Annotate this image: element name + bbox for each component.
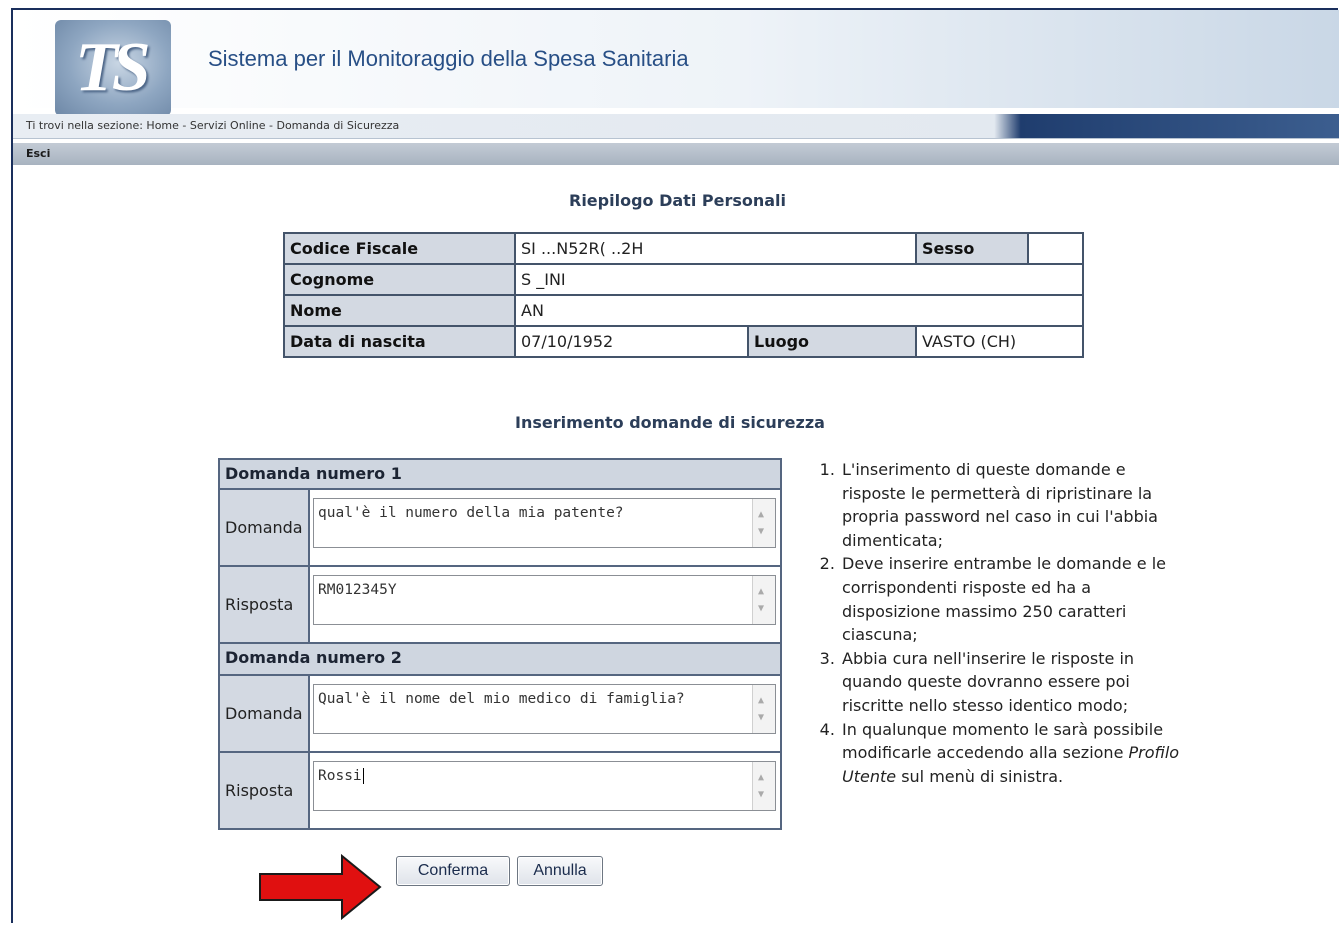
cancel-button[interactable]: Annulla <box>517 856 603 886</box>
site-header: TS Sistema per il Monitoraggio della Spe… <box>13 10 1339 116</box>
luogo-label: Luogo <box>747 325 917 358</box>
red-arrow-icon <box>259 854 382 920</box>
scrollbar[interactable]: ▲ ▼ <box>752 576 775 624</box>
scrollbar[interactable]: ▲ ▼ <box>752 499 775 547</box>
question1-textarea[interactable]: qual'è il numero della mia patente? ▲ ▼ <box>313 498 776 548</box>
question2-domanda-row: Domanda Qual'è il nome del mio medico di… <box>218 676 782 753</box>
scroll-down-icon[interactable]: ▼ <box>758 706 764 729</box>
note4-tail: sul menù di sinistra. <box>901 766 1064 786</box>
data-nascita-value: 07/10/1952 <box>514 325 749 358</box>
cognome-label: Cognome <box>283 263 516 296</box>
sesso-value <box>1027 232 1084 265</box>
luogo-value: VASTO (CH) <box>915 325 1084 358</box>
security-title: Inserimento domande di sicurezza <box>515 413 825 432</box>
table-row: Nome AN <box>283 294 1084 327</box>
breadcrumb-prefix: Ti trovi nella sezione: <box>26 119 143 132</box>
list-item: Abbia cura nell'inserire le risposte in … <box>840 647 1192 718</box>
risposta-label: Risposta <box>218 567 310 644</box>
text-cursor <box>362 768 364 784</box>
cognome-value: S _INI <box>514 263 1084 296</box>
question2-text: Qual'è il nome del mio medico di famigli… <box>318 691 685 707</box>
answer2-field-cell: Rossi ▲ ▼ <box>310 753 782 830</box>
note4-text: In qualunque momento le sarà possibile m… <box>842 719 1164 763</box>
exit-link[interactable]: Esci <box>26 147 50 160</box>
nome-label: Nome <box>283 294 516 327</box>
scroll-down-icon[interactable]: ▼ <box>758 597 764 620</box>
table-row: Cognome S _INI <box>283 263 1084 296</box>
answer2-textarea[interactable]: Rossi ▲ ▼ <box>313 761 776 811</box>
domanda-label: Domanda <box>218 676 310 753</box>
question1-field-cell: qual'è il numero della mia patente? ▲ ▼ <box>310 490 782 567</box>
site-title: Sistema per il Monitoraggio della Spesa … <box>208 46 689 71</box>
scrollbar[interactable]: ▲ ▼ <box>752 762 775 810</box>
domanda-label: Domanda <box>218 490 310 567</box>
scrollbar[interactable]: ▲ ▼ <box>752 685 775 733</box>
question2-field-cell: Qual'è il nome del mio medico di famigli… <box>310 676 782 753</box>
question1-text: qual'è il numero della mia patente? <box>318 505 624 521</box>
summary-title: Riepilogo Dati Personali <box>569 191 787 210</box>
breadcrumb-bar: Ti trovi nella sezione: Home - Servizi O… <box>13 114 1339 139</box>
sesso-label: Sesso <box>915 232 1029 265</box>
instructions-list: L'inserimento di queste domande e rispos… <box>808 458 1192 788</box>
codice-fiscale-value: SI ...N52R( ..2H <box>514 232 917 265</box>
personal-data-table: Codice Fiscale SI ...N52R( ..2H Sesso Co… <box>283 232 1084 358</box>
question2-textarea[interactable]: Qual'è il nome del mio medico di famigli… <box>313 684 776 734</box>
breadcrumb-path[interactable]: Home - Servizi Online - Domanda di Sicur… <box>146 119 399 132</box>
list-item: Deve inserire entrambe le domande e le c… <box>840 552 1192 646</box>
codice-fiscale-label: Codice Fiscale <box>283 232 516 265</box>
confirm-button[interactable]: Conferma <box>396 856 510 886</box>
menu-bar: Esci <box>13 143 1339 165</box>
answer1-textarea[interactable]: RM012345Y ▲ ▼ <box>313 575 776 625</box>
scroll-down-icon[interactable]: ▼ <box>758 520 764 543</box>
scroll-down-icon[interactable]: ▼ <box>758 783 764 806</box>
answer1-field-cell: RM012345Y ▲ ▼ <box>310 567 782 644</box>
nome-value: AN <box>514 294 1084 327</box>
answer1-text: RM012345Y <box>318 582 397 598</box>
table-row: Codice Fiscale SI ...N52R( ..2H Sesso <box>283 232 1084 265</box>
data-nascita-label: Data di nascita <box>283 325 516 358</box>
question1-header: Domanda numero 1 <box>218 458 782 490</box>
breadcrumb: Ti trovi nella sezione: Home - Servizi O… <box>26 119 399 132</box>
question1-domanda-row: Domanda qual'è il numero della mia paten… <box>218 490 782 567</box>
question2-header: Domanda numero 2 <box>218 644 782 676</box>
question2-risposta-row: Risposta Rossi ▲ ▼ <box>218 753 782 830</box>
question1-risposta-row: Risposta RM012345Y ▲ ▼ <box>218 567 782 644</box>
risposta-label: Risposta <box>218 753 310 830</box>
list-item: L'inserimento di queste domande e rispos… <box>840 458 1192 552</box>
security-questions-form: Domanda numero 1 Domanda qual'è il numer… <box>218 458 782 830</box>
ts-logo-text: TS <box>75 29 151 106</box>
answer2-text: Rossi <box>318 768 362 784</box>
list-item: In qualunque momento le sarà possibile m… <box>840 718 1192 789</box>
table-row: Data di nascita 07/10/1952 Luogo VASTO (… <box>283 325 1084 358</box>
